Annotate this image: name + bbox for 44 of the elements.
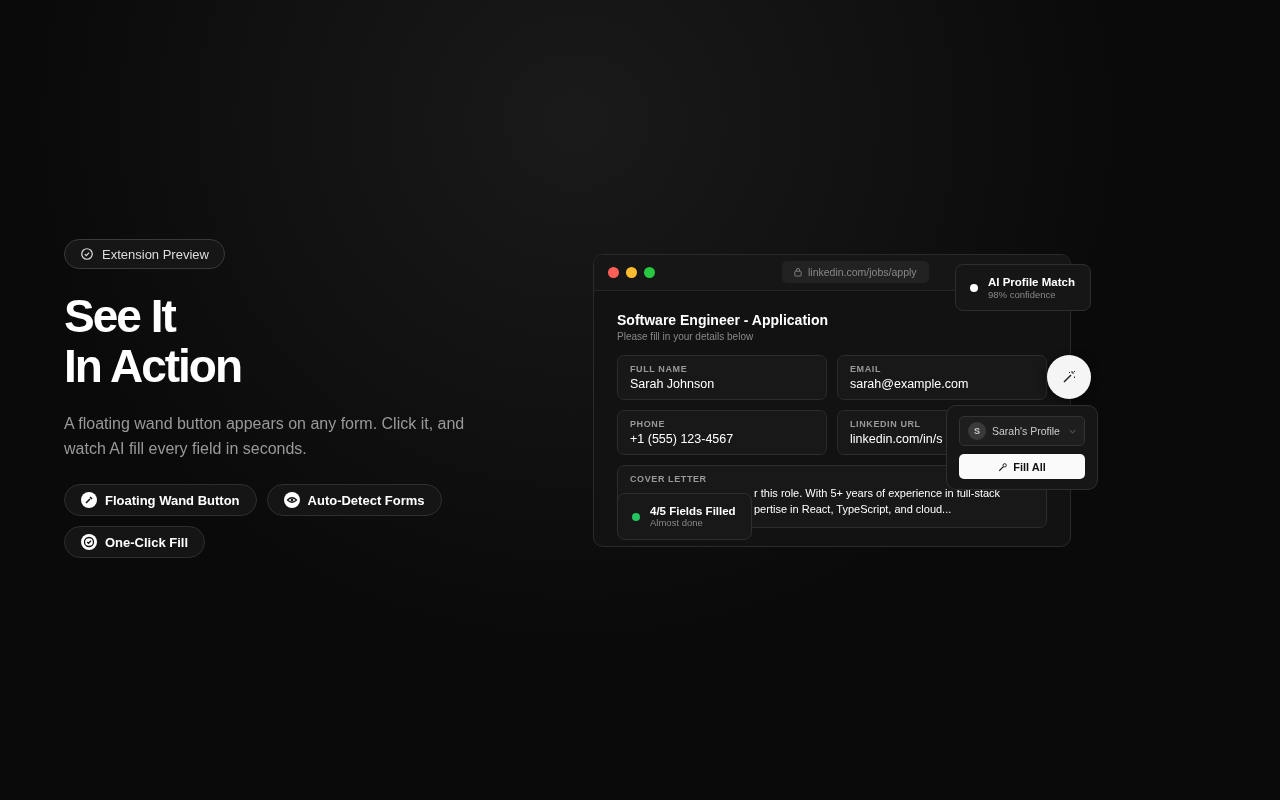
badge-label: Extension Preview: [102, 246, 209, 262]
field-label: COVER LETTER: [630, 474, 708, 484]
check-circle-icon: [80, 247, 94, 261]
form-field[interactable]: PHONE +1 (555) 123-4567: [617, 410, 827, 455]
minimize-dot[interactable]: [626, 267, 637, 278]
field-label: PHONE: [630, 419, 666, 429]
field-value: r this role. With 5+ years of experience in full-stack: [754, 486, 1001, 501]
eye-icon: [283, 492, 300, 508]
profile-select[interactable]: S Sarah's Profile: [959, 416, 1085, 447]
address-bar[interactable]: linkedin.com/jobs/apply: [782, 261, 929, 283]
description: A floating wand button appears on any form. Click it, and watch AI fill every field in seconds.: [64, 414, 466, 459]
field-label: EMAIL: [850, 364, 882, 374]
form-field[interactable]: FULL NAME Sarah Johnson: [617, 355, 827, 400]
wand-icon: [998, 461, 1009, 472]
heading-line: In Action: [64, 341, 242, 391]
fill-all-button[interactable]: Fill All: [959, 454, 1085, 479]
match-subtitle: 98% confidence: [988, 288, 1057, 300]
feature-label: One-Click Fill: [105, 534, 189, 550]
heading-line: See It: [64, 291, 175, 341]
form-title: Software Engineer - Application: [617, 312, 830, 328]
wand-button[interactable]: [1047, 355, 1091, 399]
lock-icon: [794, 267, 802, 277]
field-value: Sarah Johnson: [630, 377, 716, 391]
status-dot: [970, 283, 978, 292]
field-value: sarah@example.com: [850, 377, 970, 391]
wand-icon: [81, 492, 97, 508]
form-subtitle: Please fill in your details below: [617, 331, 755, 342]
toast-subtitle: Almost done: [650, 517, 704, 528]
check-icon: [81, 534, 97, 550]
field-label: LINKEDIN URL: [850, 419, 922, 429]
field-value: linkedin.com/in/s: [850, 432, 944, 446]
form-field[interactable]: EMAIL sarah@example.com: [837, 355, 1047, 400]
feature-label: Auto-Detect Forms: [307, 492, 425, 508]
maximize-dot[interactable]: [644, 267, 655, 278]
field-value: +1 (555) 123-4567: [630, 432, 735, 446]
field-value: pertise in React, TypeScript, and cloud...: [754, 502, 952, 517]
chevron-down-icon: [1069, 428, 1076, 434]
toast-title: 4/5 Fields Filled: [650, 505, 736, 517]
avatar: S: [968, 422, 986, 441]
feature-label: Floating Wand Button: [105, 492, 240, 508]
close-dot[interactable]: [608, 267, 619, 278]
match-title: AI Profile Match: [988, 275, 1075, 288]
field-label: FULL NAME: [630, 364, 689, 374]
wand-icon: [1061, 369, 1077, 385]
